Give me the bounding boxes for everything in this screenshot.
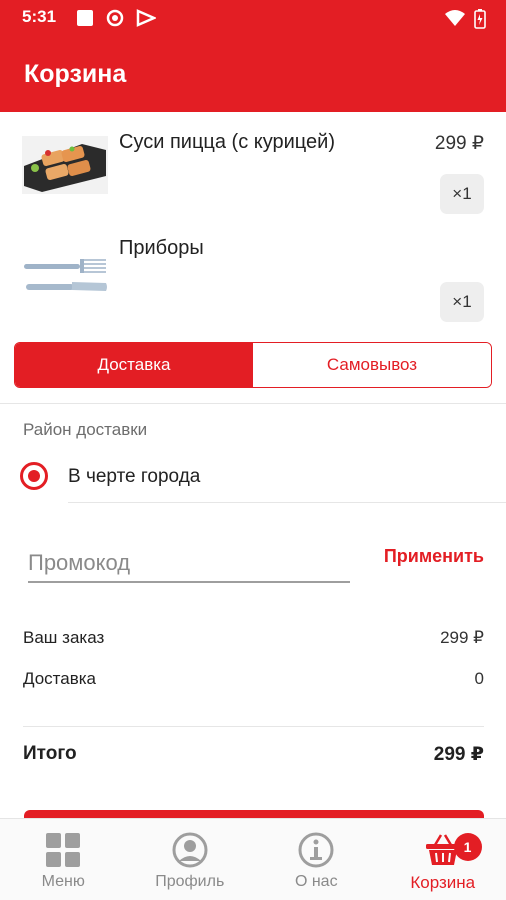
radio-label-city[interactable]: В черте города: [68, 466, 200, 488]
play-store-icon: [136, 9, 156, 27]
nav-menu[interactable]: Меню: [0, 819, 127, 900]
notification-square-icon: [77, 10, 93, 26]
record-icon: [106, 9, 124, 27]
order-label: Ваш заказ: [23, 628, 105, 647]
apply-promo-button[interactable]: Применить: [384, 546, 484, 567]
cart-item[interactable]: Приборы ×1: [0, 222, 506, 322]
grid-icon: [46, 833, 81, 867]
total-label: Итого: [23, 743, 77, 764]
nav-menu-label: Меню: [41, 873, 85, 890]
delivery-area-label: Район доставки: [23, 420, 148, 439]
order-value: 299 ₽: [440, 628, 484, 647]
tab-pickup[interactable]: Самовывоз: [253, 343, 491, 387]
nav-cart[interactable]: Корзина 1: [380, 819, 506, 900]
cart-count-badge: 1: [453, 833, 482, 861]
cart-item[interactable]: Суси пицца (с курицей) 299 ₽ ×1: [0, 112, 506, 214]
quantity-button[interactable]: ×1: [440, 282, 484, 322]
promo-code-input[interactable]: [28, 545, 350, 583]
item-name: Приборы: [119, 237, 204, 259]
wifi-icon: [445, 10, 465, 26]
cutlery-image: [22, 246, 108, 304]
item-name: Суси пицца (с курицей): [119, 131, 335, 153]
tab-delivery[interactable]: Доставка: [15, 343, 253, 387]
divider: [68, 502, 506, 503]
divider: [23, 726, 484, 727]
nav-about-label: О нас: [294, 873, 338, 890]
item-price: 299 ₽: [434, 133, 484, 154]
delivery-method-toggle: Доставка Самовывоз: [14, 342, 492, 388]
person-icon: [172, 832, 208, 868]
status-time: 5:31: [22, 7, 57, 26]
app-bar: 5:31 Корзина: [0, 0, 506, 112]
radio-button-city[interactable]: [20, 462, 48, 490]
info-icon: [298, 832, 334, 868]
nav-about[interactable]: О нас: [253, 819, 380, 900]
bottom-navigation: Меню Профиль О нас Корзина 1: [0, 818, 506, 900]
sushi-pizza-image: [22, 136, 108, 194]
quantity-button[interactable]: ×1: [440, 174, 484, 214]
nav-cart-label: Корзина: [410, 873, 476, 892]
divider: [0, 403, 506, 404]
page-title: Корзина: [24, 60, 127, 88]
nav-profile-label: Профиль: [155, 873, 225, 890]
total-value: 299 ₽: [433, 744, 484, 765]
battery-icon: [474, 9, 486, 29]
delivery-cost-label: Доставка: [23, 669, 97, 688]
delivery-cost-value: 0: [474, 669, 484, 688]
status-bar: 5:31: [0, 0, 506, 36]
nav-profile[interactable]: Профиль: [127, 819, 254, 900]
